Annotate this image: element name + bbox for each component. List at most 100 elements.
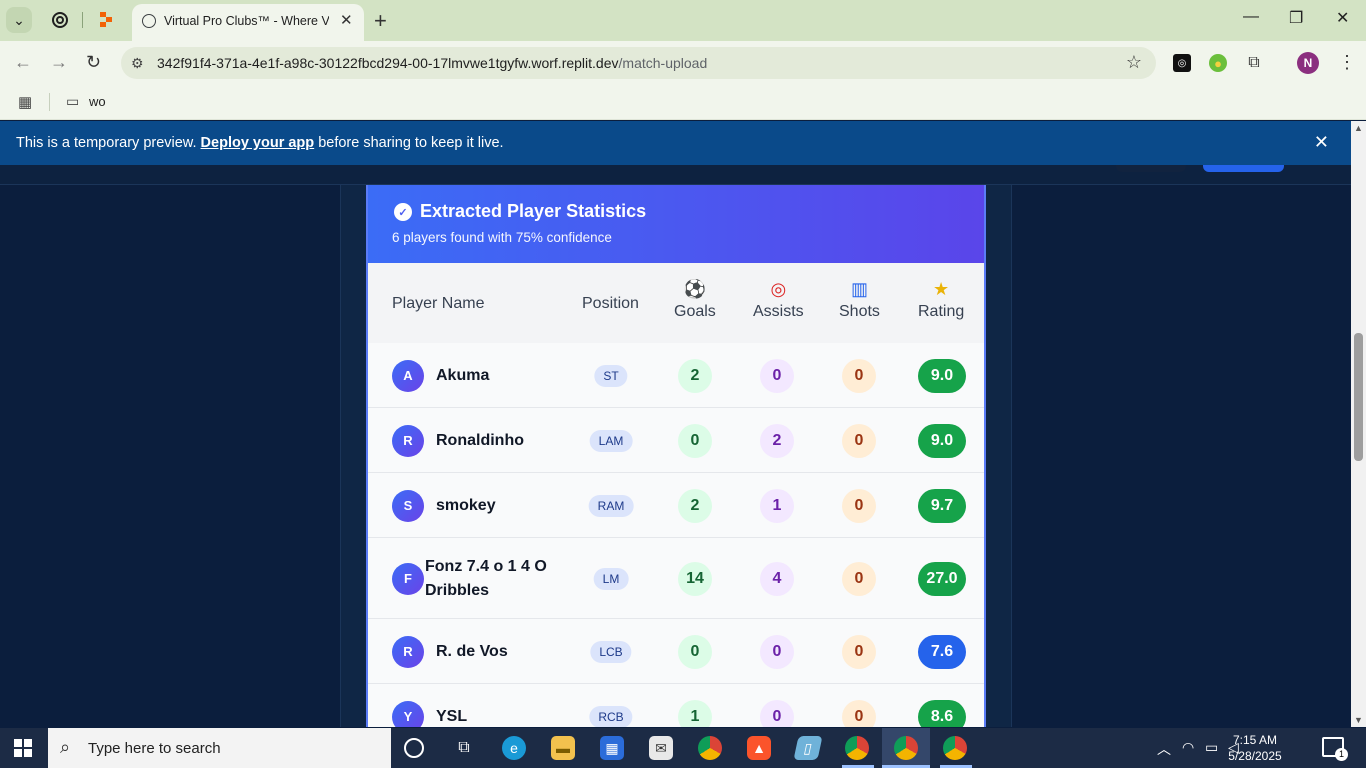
chrome-profile-n-icon[interactable] [894,736,918,760]
player-avatar: R [392,424,424,457]
chrome-profile-s-icon[interactable] [845,736,869,760]
tab-search-dropdown-icon[interactable]: ⌄ [6,7,32,33]
goals-value: 1 [678,699,712,727]
column-rating: ★ Rating [918,279,965,320]
player-avatar: Y [392,700,424,727]
windows-start-icon[interactable] [14,739,32,757]
shots-value: 0 [842,488,876,523]
edge-icon[interactable]: e [502,736,526,760]
goals-value: 14 [678,561,712,596]
globe-icon [142,14,156,28]
pinned-tab-openai[interactable] [50,10,70,30]
position-badge: RAM [588,494,634,517]
wifi-icon[interactable]: ◠ [1182,739,1194,756]
url-text[interactable]: 342f91f4-371a-4e1f-a98c-30122fbcd294-00-… [157,55,707,71]
goals-value: 2 [678,358,712,393]
column-shots: ▥ Shots [839,279,880,320]
tab-active[interactable]: Virtual Pro Clubs™ - Where Virtu ✕ [132,4,364,41]
header-button-secondary[interactable] [1116,165,1186,172]
address-bar[interactable]: ⚙ 342f91f4-371a-4e1f-a98c-30122fbcd294-0… [121,47,1156,79]
preview-message: This is a temporary preview. Deploy your… [16,135,504,151]
minimize-icon[interactable]: — [1243,8,1259,26]
restore-icon[interactable]: ❐ [1289,8,1303,28]
shots-value: 0 [842,358,876,393]
profile-avatar[interactable]: N [1297,52,1319,74]
apps-grid-icon[interactable]: ▦ [18,93,32,111]
deploy-app-link[interactable]: Deploy your app [201,135,315,151]
system-clock[interactable]: 7:15 AM 5/28/2025 [1226,732,1284,764]
taskbar-search[interactable]: ⌕ Type here to search [48,728,391,768]
store-icon[interactable]: ▦ [600,736,624,760]
notification-count: 1 [1335,748,1348,761]
notification-center-icon[interactable]: 1 [1322,737,1348,761]
player-name: Ronaldinho [436,431,524,449]
rating-badge: 27.0 [918,561,966,596]
card-title: Extracted Player Statistics [420,201,647,221]
player-name: Fonz 7.4 o 1 4 O Dribbles [425,557,547,599]
header-button-primary[interactable] [1203,165,1284,172]
bookmark-folder-label[interactable]: wo [89,94,106,109]
menu-kebab-icon[interactable]: ⋮ [1338,52,1356,73]
task-view-icon[interactable]: ⧉ [452,736,476,760]
bookmarks-bar: ▦ ▭ wo [0,85,1366,120]
site-info-icon[interactable]: ⚙ [131,55,144,72]
player-name: smokey [436,496,496,514]
forward-icon[interactable]: → [50,52,68,73]
bookmark-separator [49,93,50,111]
extension-openai-icon[interactable]: ◎ [1173,54,1191,72]
tab-close-icon[interactable]: ✕ [340,11,353,29]
folder-icon[interactable]: ▭ [66,93,79,110]
rating-badge: 7.6 [918,634,966,669]
page-scrollbar[interactable]: ▲ ▼ [1351,121,1366,727]
page-viewport: This is a temporary preview. Deploy your… [0,121,1351,727]
battery-icon[interactable]: ▭ [1205,739,1218,756]
goals-value: 2 [678,488,712,523]
assists-value: 0 [760,358,794,393]
chrome-profile-a-icon[interactable] [943,736,967,760]
tray-chevron-icon[interactable]: ︿ [1157,739,1171,759]
player-name: Akuma [436,366,490,384]
clock-time: 7:15 AM [1232,733,1278,747]
table-row: Ssmokey RAM 2 1 0 9.7 [368,473,984,538]
position-badge: LAM [589,429,633,452]
table-header: Player Name Position ⚽ Goals ◎ Assists ▥… [368,263,984,343]
goals-value: 0 [678,634,712,669]
scroll-up-arrow-icon[interactable]: ▲ [1354,123,1363,133]
mail-icon[interactable]: ✉ [649,736,673,760]
pinned-tab-replit[interactable] [96,10,116,30]
table-row: F Fonz 7.4 o 1 4 O Dribbles LM 14 4 0 27.0 [368,538,984,619]
scroll-thumb[interactable] [1354,333,1363,461]
soccer-ball-icon: ⚽ [683,279,707,299]
bookmark-star-icon[interactable]: ☆ [1126,52,1142,73]
extension-bulb-icon[interactable]: ● [1209,54,1227,72]
tab-title: Virtual Pro Clubs™ - Where Virtu [164,14,329,28]
assists-value: 1 [760,488,794,523]
target-icon: ◎ [770,279,787,299]
new-tab-button[interactable]: + [374,8,387,34]
assists-value: 2 [760,423,794,458]
shots-value: 0 [842,423,876,458]
file-explorer-icon[interactable]: ▬ [551,736,575,760]
table-row: R Ronaldinho LAM 0 2 0 9.0 [368,408,984,473]
check-circle-icon: ✓ [394,203,412,221]
openai-icon [52,12,68,28]
extensions-puzzle-icon[interactable]: ⧉ [1245,54,1263,72]
browser-titlebar: ⌄ Virtual Pro Clubs™ - Where Virtu ✕ + —… [0,0,1366,41]
assists-value: 4 [760,561,794,596]
tab-separator [82,12,83,28]
player-stats-card: ✓ Extracted Player Statistics 6 players … [366,185,986,727]
notepad-icon[interactable]: ▯ [793,736,823,760]
card-header: ✓ Extracted Player Statistics 6 players … [368,185,984,263]
shots-value: 0 [842,634,876,669]
position-badge: LM [593,567,629,590]
window-close-icon[interactable]: ✕ [1336,8,1349,28]
column-goals: ⚽ Goals [674,279,716,320]
goals-value: 0 [678,423,712,458]
brave-icon[interactable]: ▲ [747,736,771,760]
chrome-icon[interactable] [698,736,722,760]
banner-close-icon[interactable]: ✕ [1314,132,1329,153]
back-icon[interactable]: ← [14,52,32,73]
reload-icon[interactable]: ↻ [86,52,101,73]
cortana-icon[interactable] [404,738,424,758]
scroll-down-arrow-icon[interactable]: ▼ [1354,715,1363,725]
